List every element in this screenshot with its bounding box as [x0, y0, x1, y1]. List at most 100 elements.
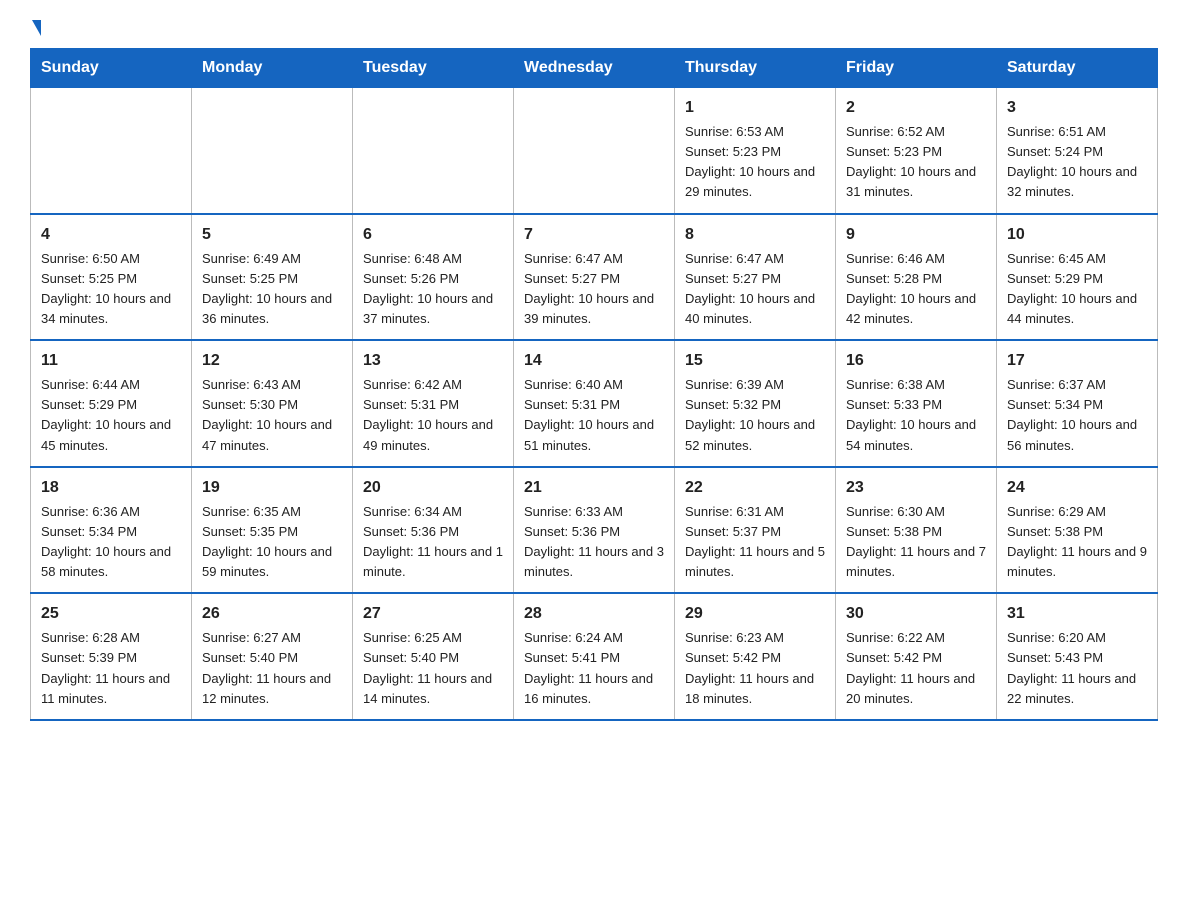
calendar-week-row: 11Sunrise: 6:44 AM Sunset: 5:29 PM Dayli…	[31, 340, 1158, 467]
day-number: 11	[41, 349, 181, 373]
calendar-cell: 6Sunrise: 6:48 AM Sunset: 5:26 PM Daylig…	[353, 214, 514, 341]
day-info: Sunrise: 6:28 AM Sunset: 5:39 PM Dayligh…	[41, 628, 181, 709]
calendar-cell: 20Sunrise: 6:34 AM Sunset: 5:36 PM Dayli…	[353, 467, 514, 594]
day-number: 17	[1007, 349, 1147, 373]
calendar-cell: 28Sunrise: 6:24 AM Sunset: 5:41 PM Dayli…	[514, 593, 675, 720]
calendar-cell: 26Sunrise: 6:27 AM Sunset: 5:40 PM Dayli…	[192, 593, 353, 720]
day-info: Sunrise: 6:47 AM Sunset: 5:27 PM Dayligh…	[685, 249, 825, 330]
day-info: Sunrise: 6:42 AM Sunset: 5:31 PM Dayligh…	[363, 375, 503, 456]
day-number: 31	[1007, 602, 1147, 626]
day-number: 23	[846, 476, 986, 500]
column-header-wednesday: Wednesday	[514, 49, 675, 88]
calendar-cell: 13Sunrise: 6:42 AM Sunset: 5:31 PM Dayli…	[353, 340, 514, 467]
day-info: Sunrise: 6:46 AM Sunset: 5:28 PM Dayligh…	[846, 249, 986, 330]
logo-triangle-icon	[32, 20, 41, 36]
day-info: Sunrise: 6:35 AM Sunset: 5:35 PM Dayligh…	[202, 502, 342, 583]
calendar-cell: 30Sunrise: 6:22 AM Sunset: 5:42 PM Dayli…	[836, 593, 997, 720]
day-number: 24	[1007, 476, 1147, 500]
day-info: Sunrise: 6:22 AM Sunset: 5:42 PM Dayligh…	[846, 628, 986, 709]
day-info: Sunrise: 6:45 AM Sunset: 5:29 PM Dayligh…	[1007, 249, 1147, 330]
day-number: 20	[363, 476, 503, 500]
column-header-friday: Friday	[836, 49, 997, 88]
day-info: Sunrise: 6:38 AM Sunset: 5:33 PM Dayligh…	[846, 375, 986, 456]
day-number: 29	[685, 602, 825, 626]
day-number: 19	[202, 476, 342, 500]
calendar-cell: 29Sunrise: 6:23 AM Sunset: 5:42 PM Dayli…	[675, 593, 836, 720]
day-info: Sunrise: 6:48 AM Sunset: 5:26 PM Dayligh…	[363, 249, 503, 330]
day-info: Sunrise: 6:47 AM Sunset: 5:27 PM Dayligh…	[524, 249, 664, 330]
calendar-cell: 4Sunrise: 6:50 AM Sunset: 5:25 PM Daylig…	[31, 214, 192, 341]
day-number: 2	[846, 96, 986, 120]
calendar-cell: 8Sunrise: 6:47 AM Sunset: 5:27 PM Daylig…	[675, 214, 836, 341]
day-info: Sunrise: 6:23 AM Sunset: 5:42 PM Dayligh…	[685, 628, 825, 709]
page-header	[30, 20, 1158, 30]
day-info: Sunrise: 6:31 AM Sunset: 5:37 PM Dayligh…	[685, 502, 825, 583]
calendar-cell: 11Sunrise: 6:44 AM Sunset: 5:29 PM Dayli…	[31, 340, 192, 467]
day-info: Sunrise: 6:27 AM Sunset: 5:40 PM Dayligh…	[202, 628, 342, 709]
calendar-cell: 9Sunrise: 6:46 AM Sunset: 5:28 PM Daylig…	[836, 214, 997, 341]
calendar-cell: 3Sunrise: 6:51 AM Sunset: 5:24 PM Daylig…	[997, 88, 1158, 214]
calendar-cell: 27Sunrise: 6:25 AM Sunset: 5:40 PM Dayli…	[353, 593, 514, 720]
day-number: 28	[524, 602, 664, 626]
calendar-table: SundayMondayTuesdayWednesdayThursdayFrid…	[30, 48, 1158, 721]
calendar-cell: 5Sunrise: 6:49 AM Sunset: 5:25 PM Daylig…	[192, 214, 353, 341]
calendar-cell: 25Sunrise: 6:28 AM Sunset: 5:39 PM Dayli…	[31, 593, 192, 720]
day-number: 16	[846, 349, 986, 373]
column-header-sunday: Sunday	[31, 49, 192, 88]
day-info: Sunrise: 6:25 AM Sunset: 5:40 PM Dayligh…	[363, 628, 503, 709]
day-info: Sunrise: 6:44 AM Sunset: 5:29 PM Dayligh…	[41, 375, 181, 456]
calendar-cell: 2Sunrise: 6:52 AM Sunset: 5:23 PM Daylig…	[836, 88, 997, 214]
calendar-cell	[353, 88, 514, 214]
day-number: 12	[202, 349, 342, 373]
day-number: 14	[524, 349, 664, 373]
calendar-week-row: 4Sunrise: 6:50 AM Sunset: 5:25 PM Daylig…	[31, 214, 1158, 341]
day-number: 1	[685, 96, 825, 120]
column-header-saturday: Saturday	[997, 49, 1158, 88]
calendar-cell	[192, 88, 353, 214]
day-number: 6	[363, 223, 503, 247]
column-header-monday: Monday	[192, 49, 353, 88]
day-number: 27	[363, 602, 503, 626]
day-number: 5	[202, 223, 342, 247]
calendar-cell: 15Sunrise: 6:39 AM Sunset: 5:32 PM Dayli…	[675, 340, 836, 467]
day-number: 7	[524, 223, 664, 247]
logo	[30, 20, 41, 30]
calendar-cell: 21Sunrise: 6:33 AM Sunset: 5:36 PM Dayli…	[514, 467, 675, 594]
calendar-cell: 31Sunrise: 6:20 AM Sunset: 5:43 PM Dayli…	[997, 593, 1158, 720]
day-number: 9	[846, 223, 986, 247]
day-number: 10	[1007, 223, 1147, 247]
column-header-thursday: Thursday	[675, 49, 836, 88]
calendar-cell	[31, 88, 192, 214]
calendar-header-row: SundayMondayTuesdayWednesdayThursdayFrid…	[31, 49, 1158, 88]
calendar-cell: 16Sunrise: 6:38 AM Sunset: 5:33 PM Dayli…	[836, 340, 997, 467]
calendar-cell: 22Sunrise: 6:31 AM Sunset: 5:37 PM Dayli…	[675, 467, 836, 594]
day-info: Sunrise: 6:24 AM Sunset: 5:41 PM Dayligh…	[524, 628, 664, 709]
day-info: Sunrise: 6:43 AM Sunset: 5:30 PM Dayligh…	[202, 375, 342, 456]
day-number: 8	[685, 223, 825, 247]
day-info: Sunrise: 6:52 AM Sunset: 5:23 PM Dayligh…	[846, 122, 986, 203]
day-info: Sunrise: 6:39 AM Sunset: 5:32 PM Dayligh…	[685, 375, 825, 456]
day-number: 3	[1007, 96, 1147, 120]
day-info: Sunrise: 6:36 AM Sunset: 5:34 PM Dayligh…	[41, 502, 181, 583]
day-info: Sunrise: 6:34 AM Sunset: 5:36 PM Dayligh…	[363, 502, 503, 583]
calendar-cell: 24Sunrise: 6:29 AM Sunset: 5:38 PM Dayli…	[997, 467, 1158, 594]
day-info: Sunrise: 6:51 AM Sunset: 5:24 PM Dayligh…	[1007, 122, 1147, 203]
day-info: Sunrise: 6:29 AM Sunset: 5:38 PM Dayligh…	[1007, 502, 1147, 583]
day-info: Sunrise: 6:33 AM Sunset: 5:36 PM Dayligh…	[524, 502, 664, 583]
day-info: Sunrise: 6:49 AM Sunset: 5:25 PM Dayligh…	[202, 249, 342, 330]
day-number: 4	[41, 223, 181, 247]
calendar-week-row: 18Sunrise: 6:36 AM Sunset: 5:34 PM Dayli…	[31, 467, 1158, 594]
calendar-cell: 14Sunrise: 6:40 AM Sunset: 5:31 PM Dayli…	[514, 340, 675, 467]
day-info: Sunrise: 6:37 AM Sunset: 5:34 PM Dayligh…	[1007, 375, 1147, 456]
calendar-cell: 23Sunrise: 6:30 AM Sunset: 5:38 PM Dayli…	[836, 467, 997, 594]
calendar-cell: 19Sunrise: 6:35 AM Sunset: 5:35 PM Dayli…	[192, 467, 353, 594]
day-number: 13	[363, 349, 503, 373]
day-number: 26	[202, 602, 342, 626]
calendar-cell: 10Sunrise: 6:45 AM Sunset: 5:29 PM Dayli…	[997, 214, 1158, 341]
day-number: 30	[846, 602, 986, 626]
day-info: Sunrise: 6:30 AM Sunset: 5:38 PM Dayligh…	[846, 502, 986, 583]
day-number: 21	[524, 476, 664, 500]
day-info: Sunrise: 6:50 AM Sunset: 5:25 PM Dayligh…	[41, 249, 181, 330]
day-number: 18	[41, 476, 181, 500]
day-number: 15	[685, 349, 825, 373]
